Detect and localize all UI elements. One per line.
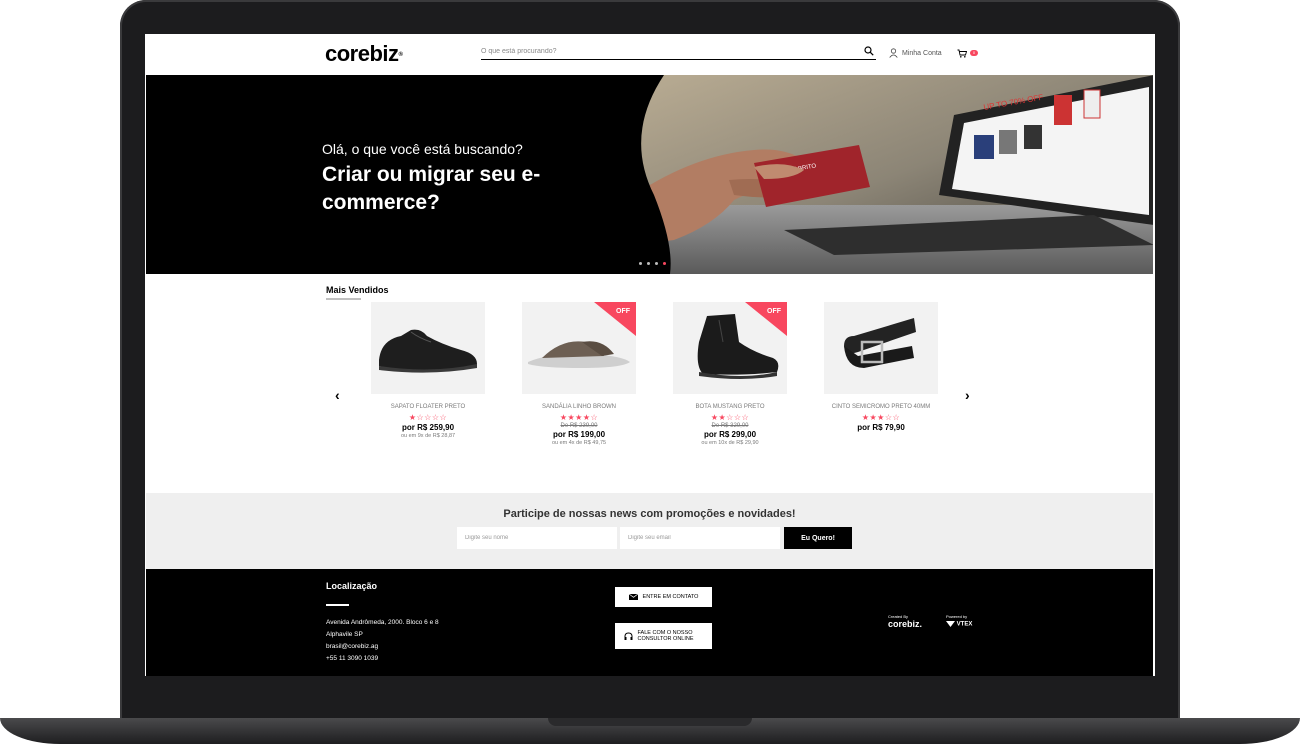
newsletter-section: Participe de nossas news com promoções e… xyxy=(146,493,1153,569)
product-rating: ★★☆☆☆ xyxy=(710,413,750,422)
off-label: OFF xyxy=(767,308,781,315)
banner-subtitle: Olá, o que você está buscando? xyxy=(322,141,523,157)
banner-photo: UP TO 70% OFF SEM BRITO xyxy=(634,75,1153,274)
product-price: por R$ 299,00 xyxy=(703,430,757,439)
shoe-image xyxy=(379,329,477,373)
shelf-title: Mais Vendidos xyxy=(326,285,389,295)
powered-by: Powered by VTEX xyxy=(946,614,972,628)
contact-button-label: ENTRE EM CONTATO xyxy=(642,594,699,600)
product-name: SAPATO FLOATER PRETO xyxy=(390,404,466,410)
consultant-button-label: FALE COM O NOSSO CONSULTOR ONLINE xyxy=(637,630,694,642)
off-label: OFF xyxy=(616,308,630,315)
laptop-notch xyxy=(548,718,752,726)
hero-banner[interactable]: UP TO 70% OFF SEM BRITO Olá, o que você … xyxy=(146,75,1153,274)
product-price: por R$ 79,90 xyxy=(857,423,905,432)
logo-text: corebiz xyxy=(325,41,399,66)
created-by: Created By corebiz. xyxy=(888,614,922,629)
search-icon[interactable] xyxy=(864,46,874,56)
product-image[interactable]: OFF xyxy=(522,302,636,394)
product-installments: ou em 9x de R$ 28,87 xyxy=(400,433,456,439)
banner-dot[interactable] xyxy=(639,262,642,265)
product-rating: ★★★☆☆ xyxy=(861,413,901,422)
account-link[interactable]: Minha Conta xyxy=(889,47,942,59)
powered-by-label: Powered by xyxy=(946,614,968,619)
cart-count-badge: 0 xyxy=(970,50,978,56)
product-rating: ★★★★☆ xyxy=(559,413,599,422)
search-bar xyxy=(481,46,876,60)
footer-title-underline xyxy=(326,604,349,606)
vtex-logo[interactable]: VTEX xyxy=(946,621,972,628)
created-by-logo[interactable]: corebiz. xyxy=(888,619,922,629)
belt-image xyxy=(844,318,916,368)
banner-text: Olá, o que você está buscando? Criar ou … xyxy=(322,141,582,217)
product-installments: ou em 4x de R$ 49,75 xyxy=(551,440,607,446)
banner-dot[interactable] xyxy=(647,262,650,265)
product-card[interactable]: CINTO SEMICROMO PRETO 40MM ★★★☆☆ por R$ … xyxy=(824,302,938,432)
shelf-prev-arrow[interactable]: ‹ xyxy=(335,387,340,403)
newsletter-submit-button[interactable]: Eu Quero! xyxy=(784,527,852,549)
banner-pagination xyxy=(639,262,666,265)
address-city: Alphavile SP xyxy=(326,631,363,638)
product-rating: ★☆☆☆☆ xyxy=(408,413,448,422)
site-header: corebiz® Minha Conta 0 xyxy=(145,34,1155,75)
newsletter-email-input[interactable] xyxy=(620,527,780,549)
footer-address: Avenida Andrômeda, 2000. Bloco 6 e 8 Alp… xyxy=(326,617,439,665)
banner-title: Criar ou migrar seu e-commerce? xyxy=(322,163,541,214)
product-image[interactable] xyxy=(824,302,938,394)
newsletter-title: Participe de nossas news com promoções e… xyxy=(503,508,796,520)
product-card[interactable]: OFF SANDÁLIA LINHO BROWN ★★★★☆ De R$ 239… xyxy=(522,302,636,446)
newsletter-name-input[interactable] xyxy=(457,527,617,549)
mail-icon xyxy=(628,594,638,600)
product-name: SANDÁLIA LINHO BROWN xyxy=(541,404,616,410)
search-input[interactable] xyxy=(481,48,851,55)
banner-dot-active[interactable] xyxy=(663,262,666,265)
product-name: BOTA MUSTANG PRETO xyxy=(695,404,765,410)
account-label: Minha Conta xyxy=(902,49,942,57)
site-logo[interactable]: corebiz® xyxy=(325,41,403,67)
vtex-brand-text: VTEX xyxy=(956,621,973,628)
site-footer: Localização Avenida Andrômeda, 2000. Blo… xyxy=(146,569,1153,676)
headset-icon xyxy=(624,631,632,640)
contact-phone[interactable]: +55 11 3090 1039 xyxy=(326,653,439,665)
vtex-icon xyxy=(946,621,955,627)
product-price: por R$ 259,90 xyxy=(401,423,455,432)
contact-email[interactable]: brasil@corebiz.ag xyxy=(326,641,439,653)
address-line: Avenida Andrômeda, 2000. Bloco 6 e 8 xyxy=(326,619,439,626)
product-card[interactable]: OFF BOTA MUSTANG PRETO ★★☆☆☆ De R$ 329,0… xyxy=(673,302,787,446)
footer-title: Localização xyxy=(326,581,378,591)
product-card[interactable]: SAPATO FLOATER PRETO ★☆☆☆☆ por R$ 259,90… xyxy=(371,302,485,439)
cart-icon xyxy=(957,49,967,58)
product-image[interactable] xyxy=(371,302,485,394)
product-old-price: De R$ 329,00 xyxy=(711,423,749,429)
contact-button[interactable]: ENTRE EM CONTATO xyxy=(615,587,712,607)
shelf-next-arrow[interactable]: › xyxy=(965,387,970,403)
product-installments: ou em 10x de R$ 29,90 xyxy=(701,440,759,446)
cart-button[interactable]: 0 xyxy=(957,47,978,59)
browser-screen: corebiz® Minha Conta 0 xyxy=(145,34,1155,676)
user-icon xyxy=(889,48,898,58)
shelf-title-underline xyxy=(326,298,361,300)
product-name: CINTO SEMICROMO PRETO 40MM xyxy=(831,404,931,410)
banner-dot[interactable] xyxy=(655,262,658,265)
product-image[interactable]: OFF xyxy=(673,302,787,394)
product-price: por R$ 199,00 xyxy=(552,430,606,439)
consultant-button[interactable]: FALE COM O NOSSO CONSULTOR ONLINE xyxy=(615,623,712,649)
product-old-price: De R$ 239,00 xyxy=(560,423,598,429)
